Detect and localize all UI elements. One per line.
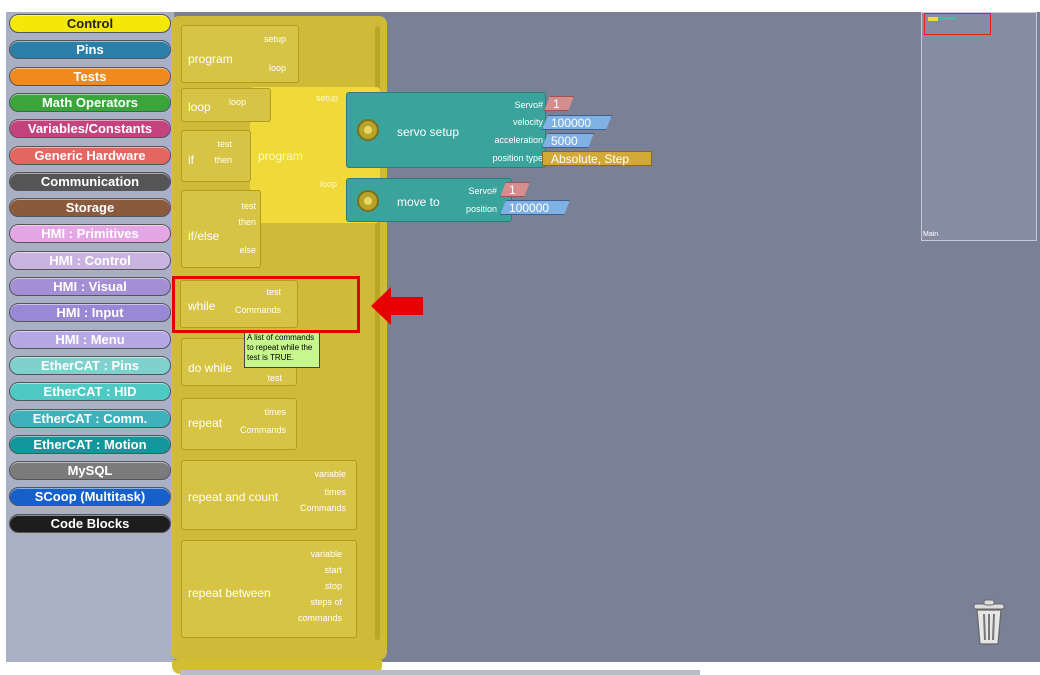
- block-title: repeat and count: [188, 490, 279, 504]
- block-input-label: Commands: [299, 503, 346, 513]
- gear-icon: [357, 119, 379, 141]
- minimap-block: [928, 17, 938, 21]
- block-tooltip: A list of commands to repeat while the t…: [244, 331, 320, 368]
- palette-block-repeat-and-count[interactable]: repeat and count variable times Commands: [181, 460, 357, 530]
- block-input-label: else: [239, 245, 256, 255]
- category-button-ethercat-pins[interactable]: EtherCAT : Pins: [9, 355, 171, 375]
- palette-block-loop[interactable]: loop loop: [181, 88, 271, 122]
- block-input-label: Commands: [239, 425, 286, 435]
- block-title: servo setup: [397, 125, 460, 139]
- minimap-label: Main: [923, 231, 939, 238]
- category-button-scoop-multitask[interactable]: SCoop (Multitask): [9, 487, 171, 507]
- category-button-storage[interactable]: Storage: [9, 198, 171, 218]
- category-button-ethercat-hid[interactable]: EtherCAT : HID: [9, 382, 171, 402]
- workspace-block-servo-setup[interactable]: servo setup Servo# velocity acceleration…: [346, 92, 546, 168]
- block-title: repeat between: [188, 586, 271, 600]
- block-input-label: times: [324, 487, 346, 497]
- block-input-label: position: [465, 204, 497, 214]
- category-button-tests[interactable]: Tests: [9, 66, 171, 86]
- block-input-label: acceleration: [494, 135, 543, 145]
- block-input-label: stop: [324, 581, 342, 591]
- annotation-arrow-icon: [371, 287, 423, 325]
- block-input-label: loop: [228, 97, 246, 107]
- category-button-hmi-primitives[interactable]: HMI : Primitives: [9, 224, 171, 244]
- palette-block-if[interactable]: if test then: [181, 130, 251, 182]
- workspace-minimap[interactable]: [921, 12, 1037, 241]
- block-input-label: Servo#: [514, 100, 543, 110]
- category-button-hmi-menu[interactable]: HMI : Menu: [9, 329, 171, 349]
- category-button-control[interactable]: Control: [9, 14, 171, 33]
- category-button-hmi-control[interactable]: HMI : Control: [9, 250, 171, 270]
- category-button-mysql[interactable]: MySQL: [9, 461, 171, 481]
- category-button-hmi-input[interactable]: HMI : Input: [9, 303, 171, 323]
- block-title: program: [258, 149, 303, 163]
- block-title: repeat: [188, 416, 223, 430]
- palette-block-repeat[interactable]: repeat times Commands: [181, 398, 297, 450]
- block-input-label: variable: [310, 549, 342, 559]
- block-title: move to: [397, 195, 440, 209]
- category-button-hmi-visual[interactable]: HMI : Visual: [9, 277, 171, 296]
- block-input-label: then: [214, 155, 232, 165]
- block-input-label: commands: [297, 613, 342, 623]
- block-input-label: test: [217, 139, 232, 149]
- acceleration-input[interactable]: 5000: [542, 133, 594, 148]
- block-input-label: start: [324, 565, 342, 575]
- top-strip: [174, 0, 1040, 12]
- palette-block-repeat-between[interactable]: repeat between variable start stop steps…: [181, 540, 357, 638]
- minimap-block: [938, 17, 956, 20]
- trash-icon[interactable]: [972, 598, 1006, 646]
- block-title: program: [188, 52, 233, 66]
- category-button-pins[interactable]: Pins: [9, 40, 171, 60]
- block-input-label: setup: [263, 34, 286, 44]
- block-input-label: test: [267, 373, 282, 383]
- workspace-horizontal-scrollbar[interactable]: [180, 670, 700, 675]
- position-type-select[interactable]: Absolute, Step: [542, 151, 652, 166]
- block-input-label: test: [241, 201, 256, 211]
- block-input-label: steps of: [310, 597, 342, 607]
- block-input-label: velocity: [512, 117, 543, 127]
- annotation-highlight-box: [172, 276, 360, 333]
- category-button-ethercat-comm[interactable]: EtherCAT : Comm.: [9, 408, 171, 428]
- block-input-label: loop: [268, 63, 286, 73]
- block-input-label: position type: [492, 153, 543, 163]
- gear-icon: [357, 190, 379, 212]
- block-input-label: Servo#: [468, 186, 497, 196]
- category-button-communication[interactable]: Communication: [9, 171, 171, 191]
- palette-block-program[interactable]: program setup loop: [181, 25, 299, 83]
- block-input-label: variable: [314, 469, 346, 479]
- block-input-label: then: [238, 217, 256, 227]
- category-button-code-blocks[interactable]: Code Blocks: [9, 513, 171, 533]
- block-title: if/else: [188, 229, 220, 243]
- block-input-label: times: [264, 407, 286, 417]
- block-input-label: loop: [320, 179, 338, 189]
- velocity-input[interactable]: 100000: [542, 115, 612, 130]
- block-title: do while: [188, 361, 233, 375]
- category-sidebar: Control Pins Tests Math Operators Variables/…: [6, 12, 175, 662]
- workspace-block-move-to[interactable]: move to Servo# position: [346, 178, 512, 222]
- block-input-label: setup: [316, 93, 339, 103]
- block-title: loop: [188, 100, 211, 114]
- category-button-variables-constants[interactable]: Variables/Constants: [9, 119, 171, 139]
- position-input[interactable]: 100000: [500, 200, 570, 215]
- palette-block-ifelse[interactable]: if/else test then else: [181, 190, 261, 268]
- category-button-math-operators[interactable]: Math Operators: [9, 92, 171, 112]
- block-title: if: [188, 153, 194, 167]
- category-button-ethercat-motion[interactable]: EtherCAT : Motion: [9, 434, 171, 454]
- category-button-generic-hardware[interactable]: Generic Hardware: [9, 145, 171, 165]
